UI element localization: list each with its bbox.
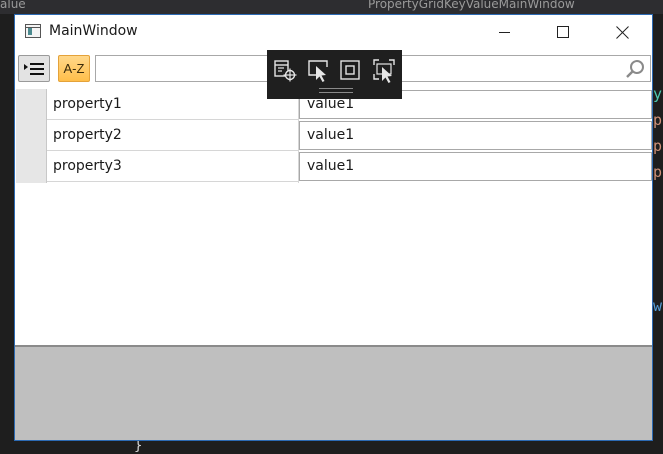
ide-code-glyph: y xyxy=(653,85,663,103)
ide-code-glyph: p xyxy=(653,111,663,129)
categorized-list-icon xyxy=(24,62,44,75)
app-window-icon xyxy=(25,24,41,38)
maximize-icon xyxy=(557,26,569,38)
property-name: property1 xyxy=(47,89,299,120)
runtime-tools-toolbar xyxy=(267,50,402,99)
categorized-sort-button[interactable] xyxy=(18,55,50,82)
close-icon xyxy=(616,26,629,39)
title-bar[interactable]: MainWindow xyxy=(15,15,652,49)
property-name: property3 xyxy=(47,151,299,182)
select-element-icon xyxy=(308,60,328,82)
grid-margin xyxy=(16,89,47,183)
description-panel xyxy=(15,347,652,440)
display-adorners-icon xyxy=(340,60,360,80)
select-element-button[interactable] xyxy=(306,57,332,83)
minimize-icon xyxy=(498,31,510,33)
live-visual-tree-button[interactable] xyxy=(272,57,298,83)
ide-code-glyph: p xyxy=(653,163,663,181)
window-title: MainWindow xyxy=(49,23,138,39)
track-focus-button[interactable] xyxy=(371,57,397,83)
display-adorners-button[interactable] xyxy=(338,57,364,83)
property-value-editor[interactable]: value1 xyxy=(299,121,652,150)
property-row[interactable]: property3 value1 xyxy=(47,151,652,182)
maximize-button[interactable] xyxy=(540,15,586,49)
property-name: property2 xyxy=(47,120,299,151)
live-visual-tree-icon xyxy=(274,60,297,82)
close-button[interactable] xyxy=(599,15,645,49)
toolbar-drag-grip[interactable] xyxy=(319,88,353,93)
ide-background-tab: PropertyGridKeyValueMainWindow xyxy=(368,0,575,11)
ide-code-glyph: w xyxy=(653,297,663,315)
search-icon[interactable] xyxy=(624,58,646,80)
property-row[interactable]: property2 value1 xyxy=(47,120,652,151)
property-value-editor[interactable]: value1 xyxy=(299,152,652,181)
track-focus-icon xyxy=(373,59,395,83)
ide-code-glyph: p xyxy=(653,137,663,155)
grid-column-divider[interactable] xyxy=(298,89,299,183)
minimize-button[interactable] xyxy=(481,15,527,49)
alphabetical-sort-button[interactable]: A-Z xyxy=(58,55,90,82)
ide-background-text: alue xyxy=(0,0,26,11)
